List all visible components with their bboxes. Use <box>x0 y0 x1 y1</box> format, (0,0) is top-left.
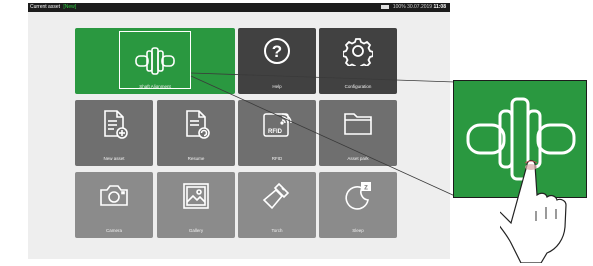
pointing-hand-icon <box>500 159 567 263</box>
